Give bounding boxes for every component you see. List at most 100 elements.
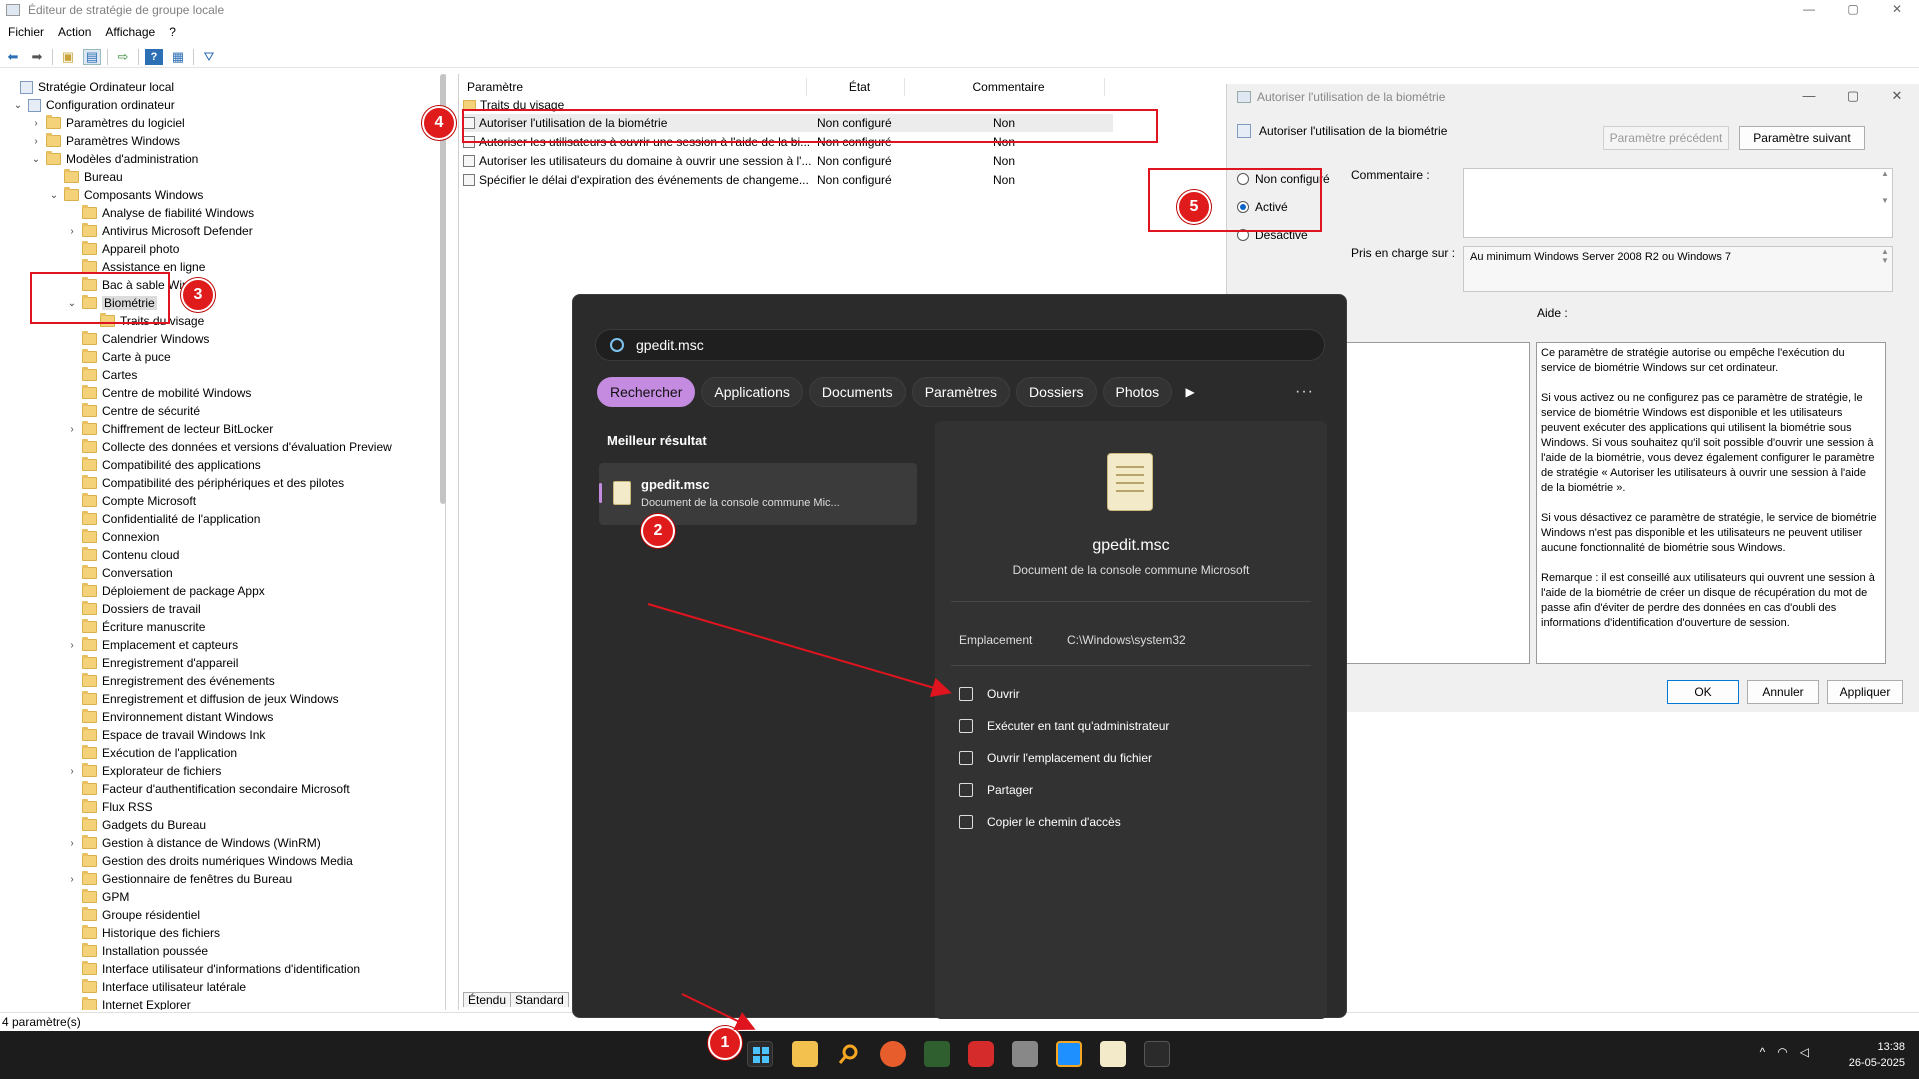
back-icon[interactable]: ⬅ xyxy=(4,49,22,65)
firefox-icon[interactable] xyxy=(880,1041,906,1067)
tree-item[interactable]: Historique des fichiers xyxy=(66,924,220,942)
tree-item[interactable]: Interface utilisateur latérale xyxy=(66,978,246,996)
tree-item[interactable]: Enregistrement des événements xyxy=(66,672,275,690)
tray-chevron-icon[interactable]: ^ xyxy=(1760,1045,1766,1059)
chevron-down-icon[interactable]: ⌄ xyxy=(12,100,24,111)
tree-item[interactable]: › Paramètres du logiciel xyxy=(30,114,185,132)
minimize-button[interactable]: — xyxy=(1787,0,1831,20)
tree-item[interactable]: Bureau xyxy=(48,168,123,186)
help-icon[interactable]: ? xyxy=(145,48,163,65)
show-hide-tree-icon[interactable]: ▤ xyxy=(83,48,101,65)
tree-item[interactable]: Connexion xyxy=(66,528,159,546)
tree-item[interactable]: Collecte des données et versions d'évalu… xyxy=(66,438,392,456)
filter-dossiers[interactable]: Dossiers xyxy=(1016,377,1097,407)
ok-button[interactable]: OK xyxy=(1667,680,1739,704)
tree-item[interactable]: Facteur d'authentification secondaire Mi… xyxy=(66,780,350,798)
supported-scrollbar[interactable]: ▲ ▼ xyxy=(1878,247,1892,291)
tree-item[interactable]: Gadgets du Bureau xyxy=(66,816,206,834)
menu-fichier[interactable]: Fichier xyxy=(8,25,44,39)
tree-item[interactable]: › Emplacement et capteurs xyxy=(66,636,238,654)
apply-button[interactable]: Appliquer xyxy=(1827,680,1903,704)
action-run-as-admin[interactable]: Exécuter en tant qu'administrateur xyxy=(959,719,1169,733)
tree-item[interactable]: › Gestionnaire de fenêtres du Bureau xyxy=(66,870,292,888)
chevron-right-icon[interactable]: › xyxy=(30,136,42,147)
properties-icon[interactable]: ▦ xyxy=(169,49,187,65)
tree-item[interactable]: › Antivirus Microsoft Defender xyxy=(66,222,253,240)
column-header-etat[interactable]: État xyxy=(807,78,905,96)
tree-item[interactable]: Cartes xyxy=(66,366,137,384)
tree-item[interactable]: Déploiement de package Appx xyxy=(66,582,265,600)
tree-item[interactable]: Contenu cloud xyxy=(66,546,179,564)
volume-icon[interactable]: ◁ xyxy=(1800,1045,1809,1059)
action-share[interactable]: Partager xyxy=(959,783,1033,797)
tree-item[interactable]: Interface utilisateur d'informations d'i… xyxy=(66,960,360,978)
filter-parametres[interactable]: Paramètres xyxy=(911,377,1011,407)
tree-item[interactable]: Environnement distant Windows xyxy=(66,708,273,726)
filter-rechercher[interactable]: Rechercher xyxy=(597,377,696,407)
tree-item[interactable]: Installation poussée xyxy=(66,942,208,960)
action-open[interactable]: Ouvrir xyxy=(959,687,1020,701)
gpedit-taskbar-icon[interactable] xyxy=(1100,1041,1126,1067)
tab-etendu[interactable]: Étendu xyxy=(463,992,512,1007)
tree-item[interactable]: Exécution de l'application xyxy=(66,744,237,762)
chevron-right-icon[interactable]: › xyxy=(66,640,78,651)
tree-item[interactable]: › Gestion à distance de Windows (WinRM) xyxy=(66,834,321,852)
up-folder-icon[interactable]: ▣ xyxy=(59,49,77,65)
tree-item[interactable]: Espace de travail Windows Ink xyxy=(66,726,265,744)
tree-item[interactable]: Stratégie Ordinateur local xyxy=(4,78,174,96)
wifi-icon[interactable]: ◠ xyxy=(1777,1045,1787,1059)
app-icon[interactable] xyxy=(924,1041,950,1067)
tree-item[interactable]: GPM xyxy=(66,888,129,906)
start-search-box[interactable]: gpedit.msc xyxy=(595,329,1325,361)
tree-item[interactable]: ⌄ Configuration ordinateur xyxy=(12,96,175,114)
tree-item[interactable]: Gestion des droits numériques Windows Me… xyxy=(66,852,353,870)
start-button[interactable] xyxy=(747,1041,773,1067)
maximize-button[interactable]: ▢ xyxy=(1831,0,1875,20)
chevron-right-icon[interactable]: › xyxy=(66,766,78,777)
menu-action[interactable]: Action xyxy=(58,25,91,39)
policy-row[interactable]: Spécifier le délai d'expiration des évén… xyxy=(463,171,1113,189)
tree-item[interactable]: › Explorateur de fichiers xyxy=(66,762,221,780)
tree-item[interactable]: Confidentialité de l'application xyxy=(66,510,260,528)
tree-item[interactable]: Dossiers de travail xyxy=(66,600,201,618)
next-setting-button[interactable]: Paramètre suivant xyxy=(1739,126,1865,150)
tree-item[interactable]: Appareil photo xyxy=(66,240,179,258)
tree-item[interactable]: › Chiffrement de lecteur BitLocker xyxy=(66,420,273,438)
play-more-icon[interactable]: ▶ xyxy=(1178,377,1202,407)
chevron-right-icon[interactable]: › xyxy=(66,874,78,885)
tree-item[interactable]: Flux RSS xyxy=(66,798,153,816)
tree-item[interactable]: Compte Microsoft xyxy=(66,492,196,510)
chevron-right-icon[interactable]: › xyxy=(66,424,78,435)
tree-item[interactable]: Analyse de fiabilité Windows xyxy=(66,204,254,222)
dialog-minimize-button[interactable]: — xyxy=(1787,86,1831,106)
tree-item[interactable]: ⌄ Modèles d'administration xyxy=(30,150,198,168)
chevron-down-icon[interactable]: ⌄ xyxy=(48,190,60,201)
filter-documents[interactable]: Documents xyxy=(808,377,906,407)
terminal-icon[interactable] xyxy=(1144,1041,1170,1067)
remote-desktop-icon[interactable] xyxy=(1056,1041,1082,1067)
forward-icon[interactable]: ➡ xyxy=(28,49,46,65)
tree-item[interactable]: Écriture manuscrite xyxy=(66,618,205,636)
column-header-commentaire[interactable]: Commentaire xyxy=(905,78,1105,96)
pen-tool-icon[interactable] xyxy=(1012,1041,1038,1067)
dialog-close-button[interactable]: ✕ xyxy=(1875,86,1919,106)
tree-item[interactable]: Compatibilité des périphériques et des p… xyxy=(66,474,344,492)
tree-item[interactable]: Centre de sécurité xyxy=(66,402,200,420)
dialog-maximize-button[interactable]: ▢ xyxy=(1831,86,1875,106)
close-button[interactable]: ✕ xyxy=(1875,0,1919,20)
previous-setting-button[interactable]: Paramètre précédent xyxy=(1603,126,1729,150)
chevron-right-icon[interactable]: › xyxy=(30,118,42,129)
column-header-parametre[interactable]: Paramètre xyxy=(459,78,807,96)
search-taskbar-icon[interactable] xyxy=(836,1041,862,1067)
chevron-right-icon[interactable]: › xyxy=(66,838,78,849)
tree-item[interactable]: Groupe résidentiel xyxy=(66,906,200,924)
tree-item[interactable]: Calendrier Windows xyxy=(66,330,209,348)
tree-item[interactable]: ⌄ Composants Windows xyxy=(48,186,203,204)
tree-item[interactable]: › Paramètres Windows xyxy=(30,132,180,150)
comment-scrollbar[interactable]: ▲ ▼ xyxy=(1878,169,1892,237)
policy-row[interactable]: Autoriser les utilisateurs du domaine à … xyxy=(463,152,1113,170)
best-match-item[interactable]: gpedit.msc Document de la console commun… xyxy=(599,463,917,525)
export-list-icon[interactable]: ⇨ xyxy=(114,49,132,65)
tree-item[interactable]: Enregistrement d'appareil xyxy=(66,654,238,672)
menu-affichage[interactable]: Affichage xyxy=(105,25,155,39)
